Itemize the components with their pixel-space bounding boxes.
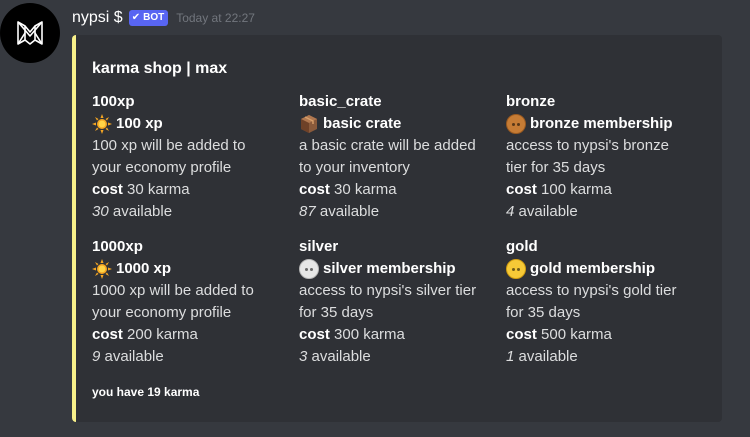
item-name: silver membership <box>323 260 456 277</box>
cost-value: 500 karma <box>541 326 612 343</box>
available-count: 30 <box>92 203 109 220</box>
item-available: 4 available <box>506 201 706 223</box>
available-count: 9 <box>92 348 101 365</box>
bronze-coin-icon <box>506 114 526 134</box>
item-title: silver membership <box>299 258 499 280</box>
shop-embed: karma shop | max 100xp 100 xp 100 xp wil… <box>72 35 722 422</box>
nypsi-logo-icon <box>17 21 43 45</box>
item-cost: cost 30 karma <box>299 179 499 201</box>
bot-badge: ✔ BOT <box>128 10 169 26</box>
item-available: 30 available <box>92 201 292 223</box>
available-label: available <box>518 348 578 365</box>
item-name: 100 xp <box>116 115 163 132</box>
cost-value: 30 karma <box>334 181 397 198</box>
item-desc-line1: a basic crate will be added <box>299 137 476 154</box>
gold-coin-icon <box>506 259 526 279</box>
available-count: 87 <box>299 203 316 220</box>
item-title: basic crate <box>299 113 499 135</box>
item-id: gold <box>506 238 538 255</box>
item-cost: cost 100 karma <box>506 179 706 201</box>
available-label: available <box>112 203 173 220</box>
item-title: bronze membership <box>506 113 706 135</box>
shop-item: silver silver membership access to nypsi… <box>299 236 499 368</box>
item-cost: cost 30 karma <box>92 179 292 201</box>
shop-item: bronze bronze membership access to nypsi… <box>506 91 706 223</box>
shop-item: gold gold membership access to nypsi's g… <box>506 236 706 368</box>
message-header: nypsi $ ✔ BOT Today at 22:27 <box>72 8 255 28</box>
item-title: 100 xp <box>92 113 292 135</box>
sun-icon <box>92 259 112 279</box>
available-count: 4 <box>506 203 515 220</box>
cost-value: 100 karma <box>541 181 612 198</box>
sun-icon <box>92 114 112 134</box>
item-id: silver <box>299 238 339 255</box>
available-label: available <box>319 203 380 220</box>
item-desc-line2: tier for 35 days <box>506 159 606 176</box>
item-available: 3 available <box>299 346 499 368</box>
item-desc-line2: your economy profile <box>92 159 232 176</box>
karma-balance: you have 19 karma <box>92 385 200 399</box>
item-desc-line1: access to nypsi's gold tier <box>506 282 677 299</box>
cost-label: cost <box>506 181 537 198</box>
available-count: 3 <box>299 348 308 365</box>
shop-item: 100xp 100 xp 100 xp will be added to you… <box>92 91 292 223</box>
available-label: available <box>311 348 371 365</box>
item-desc-line1: access to nypsi's bronze <box>506 137 669 154</box>
cost-value: 30 karma <box>127 181 190 198</box>
item-name: 1000 xp <box>116 260 172 277</box>
item-cost: cost 200 karma <box>92 324 292 346</box>
bot-avatar[interactable] <box>0 3 60 63</box>
item-id: bronze <box>506 93 556 110</box>
embed-title: karma shop | max <box>92 60 228 77</box>
item-cost: cost 500 karma <box>506 324 706 346</box>
username[interactable]: nypsi $ <box>72 9 123 27</box>
cost-value: 300 karma <box>334 326 405 343</box>
crate-icon <box>299 114 319 134</box>
item-desc-line1: 100 xp will be added to <box>92 137 246 154</box>
item-id: basic_crate <box>299 93 382 110</box>
item-title: gold membership <box>506 258 706 280</box>
item-name: basic crate <box>323 115 402 132</box>
item-available: 1 available <box>506 346 706 368</box>
item-desc-line1: 1000 xp will be added to <box>92 282 254 299</box>
item-desc-line1: access to nypsi's silver tier <box>299 282 477 299</box>
cost-label: cost <box>506 326 537 343</box>
message-timestamp[interactable]: Today at 22:27 <box>176 11 255 25</box>
item-desc-line2: to your inventory <box>299 159 410 176</box>
verified-check-icon: ✔ <box>131 12 141 23</box>
item-name: gold membership <box>530 260 656 277</box>
available-count: 1 <box>506 348 515 365</box>
item-available: 87 available <box>299 201 499 223</box>
cost-label: cost <box>299 326 330 343</box>
item-id: 100xp <box>92 93 135 110</box>
item-desc-line2: for 35 days <box>506 304 581 321</box>
cost-label: cost <box>92 326 123 343</box>
shop-item: 1000xp 1000 xp 1000 xp will be added to … <box>92 236 292 368</box>
available-label: available <box>518 203 578 220</box>
item-id: 1000xp <box>92 238 143 255</box>
item-name: bronze membership <box>530 115 673 132</box>
item-desc-line2: for 35 days <box>299 304 374 321</box>
bot-badge-label: BOT <box>143 12 165 23</box>
cost-value: 200 karma <box>127 326 198 343</box>
silver-coin-icon <box>299 259 319 279</box>
cost-label: cost <box>299 181 330 198</box>
available-label: available <box>104 348 164 365</box>
shop-item: basic_crate basic crate a basic crate wi… <box>299 91 499 223</box>
item-title: 1000 xp <box>92 258 292 280</box>
item-desc-line2: your economy profile <box>92 304 232 321</box>
item-available: 9 available <box>92 346 292 368</box>
cost-label: cost <box>92 181 123 198</box>
item-cost: cost 300 karma <box>299 324 499 346</box>
